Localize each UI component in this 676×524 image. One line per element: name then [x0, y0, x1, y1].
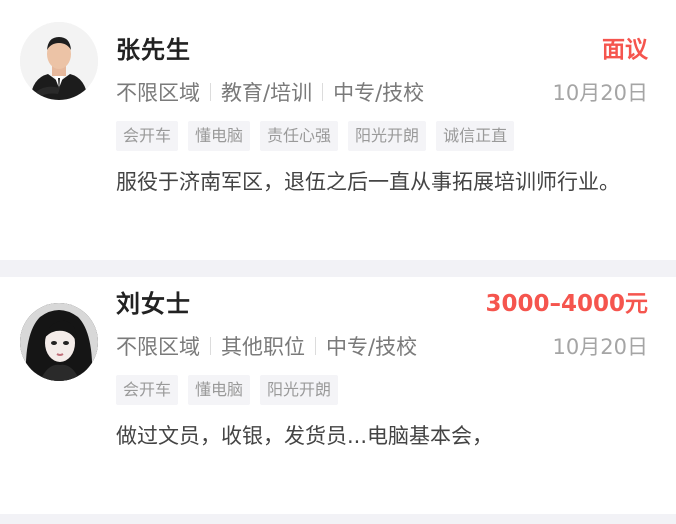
candidate-card[interactable]: 张先生 面议 不限区域 教育/培训 中专/技校 10月20日 会开车 懂电脑 责…: [0, 0, 676, 260]
meta-divider: [210, 83, 211, 101]
avatar: [20, 303, 98, 381]
meta-divider: [210, 337, 211, 355]
avatar: [20, 22, 98, 100]
skill-tag: 会开车: [116, 375, 179, 405]
candidate-name: 张先生: [116, 35, 191, 64]
meta-education: 中专/技校: [326, 335, 418, 359]
skill-tags: 会开车 懂电脑 阳光开朗: [116, 375, 648, 405]
skill-tags: 会开车 懂电脑 责任心强 阳光开朗 诚信正直: [116, 121, 648, 151]
skill-tag: 阳光开朗: [260, 375, 339, 405]
post-date: 10月20日: [552, 81, 648, 105]
skill-tag: 懂电脑: [188, 121, 251, 151]
meta-industry: 教育/培训: [221, 81, 313, 105]
skill-tag: 阳光开朗: [348, 121, 427, 151]
meta-divider: [322, 83, 324, 101]
meta-divider: [315, 337, 316, 355]
skill-tag: 诚信正直: [436, 121, 515, 151]
candidate-description: 做过文员，收银，发货员...电脑基本会，: [116, 424, 494, 448]
salary-text: 面议: [602, 37, 648, 63]
skill-tag: 会开车: [116, 121, 179, 151]
meta-education: 中专/技校: [333, 81, 425, 105]
avatar-photo-icon: [20, 22, 98, 100]
meta-industry: 其他职位: [221, 335, 305, 359]
meta-area: 不限区域: [116, 335, 200, 359]
candidate-list: 张先生 面议 不限区域 教育/培训 中专/技校 10月20日 会开车 懂电脑 责…: [0, 0, 676, 514]
candidate-meta: 不限区域 其他职位 中专/技校: [116, 331, 417, 361]
candidate-description: 服役于济南军区，退伍之后一直从事拓展培训师行业。: [116, 170, 620, 194]
candidate-name: 刘女士: [116, 289, 191, 318]
skill-tag: 责任心强: [260, 121, 339, 151]
candidate-meta: 不限区域 教育/培训 中专/技校: [116, 77, 424, 107]
skill-tag: 懂电脑: [188, 375, 251, 405]
meta-area: 不限区域: [116, 81, 200, 105]
avatar-photo-icon: [20, 303, 98, 381]
post-date: 10月20日: [552, 335, 648, 359]
candidate-card[interactable]: 刘女士 3000–4000元 不限区域 其他职位 中专/技校 10月20日 会开…: [0, 277, 676, 514]
salary-text: 3000–4000元: [485, 291, 648, 317]
